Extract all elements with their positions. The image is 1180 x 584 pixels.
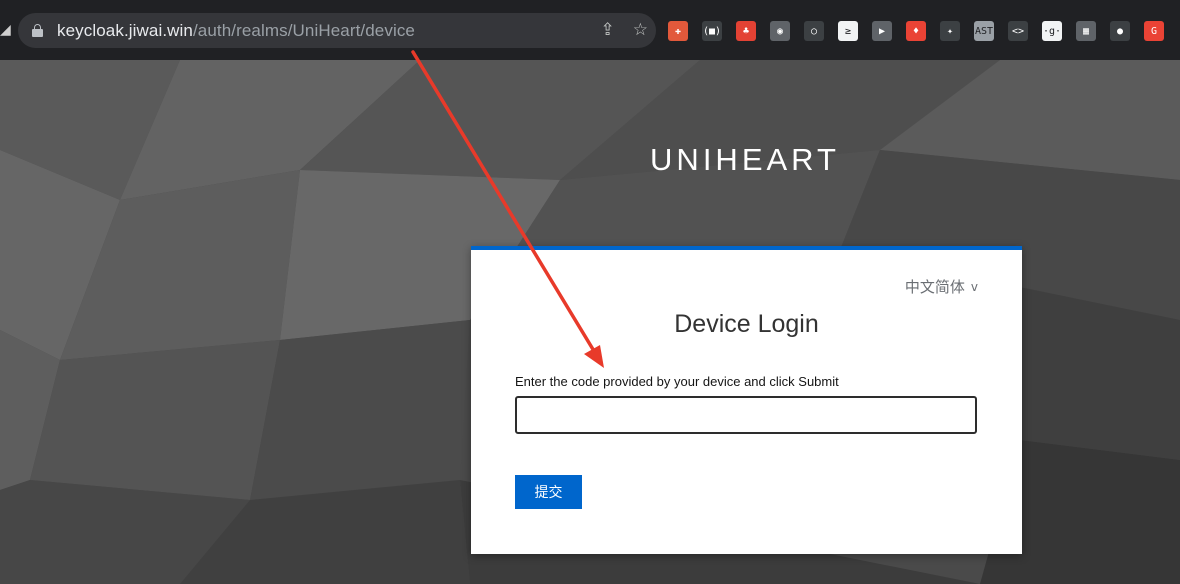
camera-extension-icon[interactable]: ◉	[770, 21, 790, 41]
chevron-down-icon: v	[970, 279, 978, 294]
share-icon[interactable]: ⇪	[601, 13, 615, 48]
flame-extension-icon[interactable]: ♦	[906, 21, 926, 41]
g-extension-icon[interactable]: ·g·	[1042, 21, 1062, 41]
tree-extension-icon[interactable]: ♣	[736, 21, 756, 41]
code-field-label: Enter the code provided by your device a…	[515, 374, 839, 389]
url-host: keycloak.jiwai.win	[57, 20, 193, 40]
github-extension-icon[interactable]: ●	[1110, 21, 1130, 41]
browser-toolbar: ◢ keycloak.jiwai.win/auth/realms/UniHear…	[0, 0, 1180, 60]
ast-extension-icon[interactable]: AST	[974, 21, 994, 41]
brand-title: UNIHEART	[650, 142, 840, 177]
url-path: /auth/realms/UniHeart/device	[192, 20, 415, 40]
gear-extension-icon[interactable]: ✦	[940, 21, 960, 41]
extensions-bar: ✚ (■) ♣ ◉ ○ ≥ ▶ ♦ ✦ AST <> ·g· ▦ ● G	[668, 18, 1164, 44]
language-label: 中文简体	[904, 278, 965, 296]
tab-edge-icon: ◢	[0, 22, 11, 38]
grid-extension-icon[interactable]: ▦	[1076, 21, 1096, 41]
submit-button[interactable]: 提交	[515, 475, 582, 509]
terminal-extension-icon[interactable]: ≥	[838, 21, 858, 41]
url-text[interactable]: keycloak.jiwai.win/auth/realms/UniHeart/…	[57, 21, 415, 41]
braces-extension-icon[interactable]: (■)	[702, 21, 722, 41]
login-card: 中文简体 v Device Login Enter the code provi…	[471, 246, 1022, 554]
page-title: Device Login	[674, 310, 819, 338]
address-bar[interactable]: keycloak.jiwai.win/auth/realms/UniHeart/…	[18, 13, 656, 48]
circle-extension-icon[interactable]: ○	[804, 21, 824, 41]
code-extension-icon[interactable]: <>	[1008, 21, 1028, 41]
red-extension-icon[interactable]: G	[1144, 21, 1164, 41]
device-code-input[interactable]	[515, 396, 977, 434]
star-icon[interactable]: ☆	[633, 13, 648, 48]
lock-icon[interactable]	[32, 24, 43, 37]
language-selector[interactable]: 中文简体 v	[905, 276, 978, 297]
play-extension-icon[interactable]: ▶	[872, 21, 892, 41]
fox-extension-icon[interactable]: ✚	[668, 21, 688, 41]
